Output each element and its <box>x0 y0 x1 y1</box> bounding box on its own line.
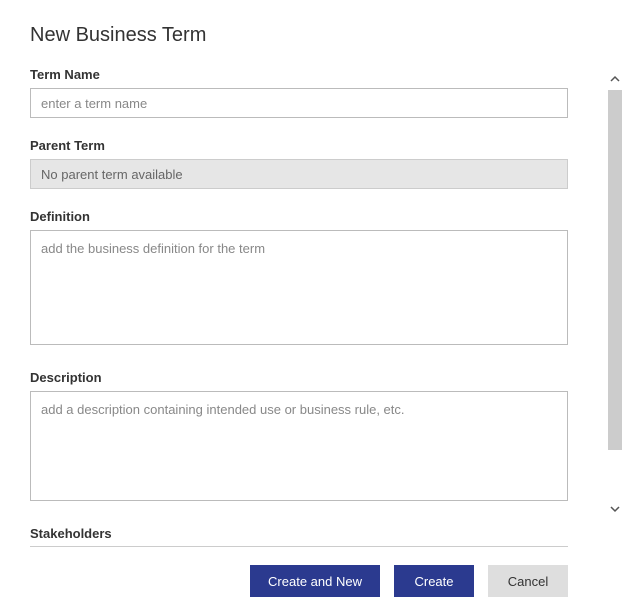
parent-term-group: Parent Term <box>30 138 568 189</box>
stakeholders-label: Stakeholders <box>30 526 568 547</box>
button-row: Create and New Create Cancel <box>30 565 568 597</box>
scroll-down-arrow-icon[interactable] <box>606 500 624 518</box>
create-and-new-button[interactable]: Create and New <box>250 565 380 597</box>
scrollbar-thumb[interactable] <box>608 90 622 450</box>
create-button[interactable]: Create <box>394 565 474 597</box>
description-label: Description <box>30 370 568 385</box>
term-name-group: Term Name <box>30 67 568 118</box>
description-group: Description <box>30 370 568 506</box>
parent-term-input <box>30 159 568 189</box>
definition-textarea[interactable] <box>30 230 568 345</box>
cancel-button[interactable]: Cancel <box>488 565 568 597</box>
definition-group: Definition <box>30 209 568 350</box>
page-title: New Business Term <box>30 24 568 47</box>
scroll-up-arrow-icon[interactable] <box>606 70 624 88</box>
term-name-input[interactable] <box>30 88 568 118</box>
form-container: New Business Term Term Name Parent Term … <box>0 0 598 604</box>
definition-label: Definition <box>30 209 568 224</box>
parent-term-label: Parent Term <box>30 138 568 153</box>
term-name-label: Term Name <box>30 67 568 82</box>
description-textarea[interactable] <box>30 391 568 501</box>
